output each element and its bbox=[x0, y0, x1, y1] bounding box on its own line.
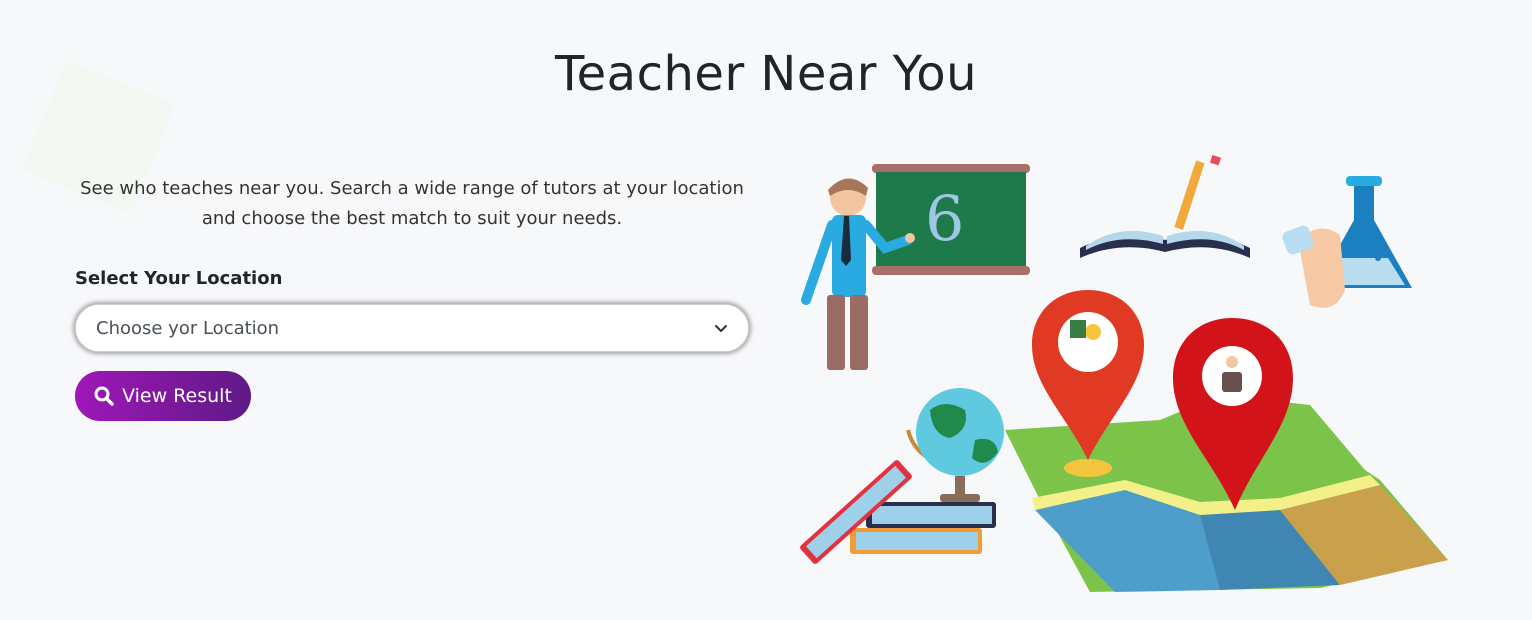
view-result-button[interactable]: View Result bbox=[75, 371, 251, 421]
location-select-value: Choose yor Location bbox=[96, 317, 280, 339]
intro-text: See who teaches near you. Search a wide … bbox=[80, 178, 744, 229]
location-select[interactable]: Choose yor Location bbox=[75, 304, 749, 352]
view-result-label: View Result bbox=[122, 385, 232, 407]
page-title: Teacher Near You bbox=[554, 46, 978, 102]
teacher-map-illustration: 6 bbox=[800, 154, 1448, 592]
globe-icon bbox=[906, 388, 1004, 502]
search-icon bbox=[94, 386, 114, 406]
flask-icon bbox=[1282, 176, 1412, 308]
pencil-icon bbox=[1174, 154, 1221, 230]
location-label: Select Your Location bbox=[75, 268, 283, 289]
chevron-down-icon bbox=[715, 325, 727, 332]
chalkboard-icon: 6 bbox=[872, 164, 1030, 275]
open-book-icon bbox=[1080, 230, 1250, 258]
board-number: 6 bbox=[925, 182, 964, 255]
